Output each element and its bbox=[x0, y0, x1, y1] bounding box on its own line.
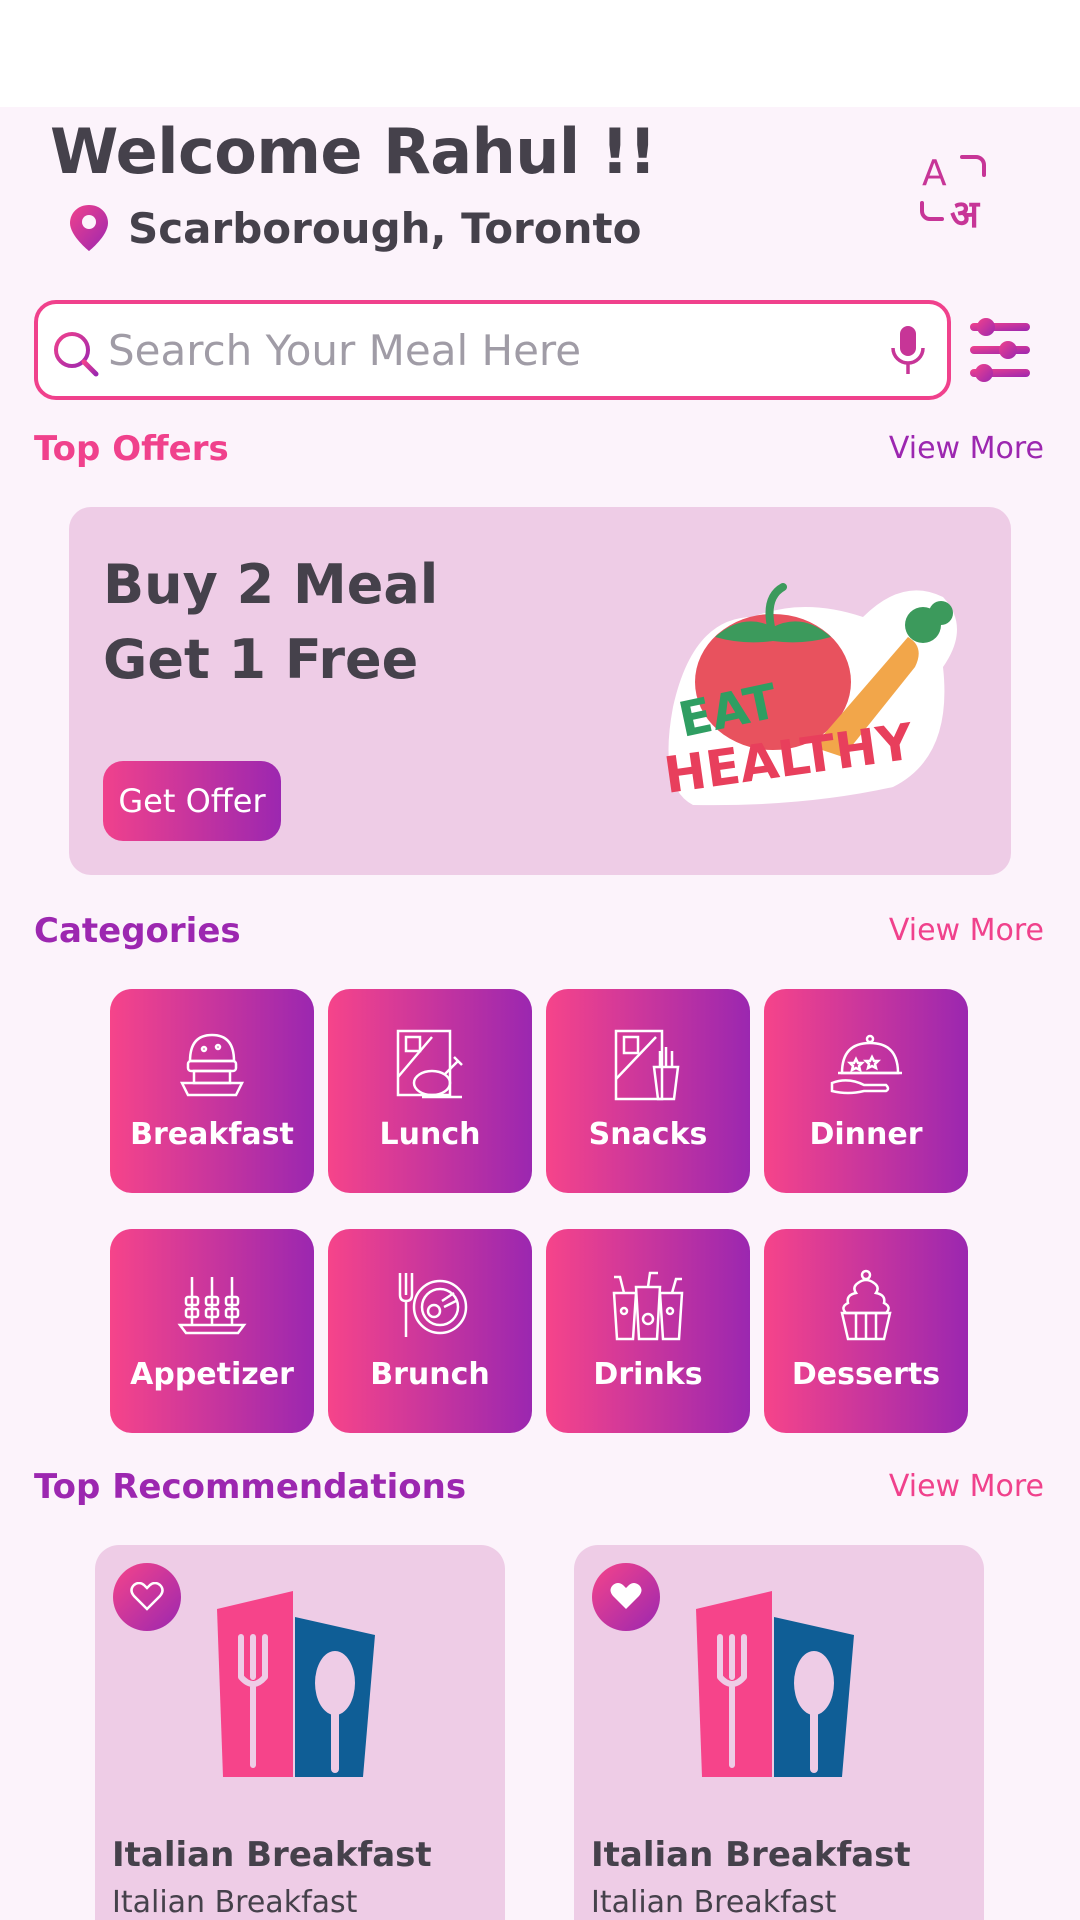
category-label: Drinks bbox=[593, 1357, 703, 1392]
category-label: Lunch bbox=[379, 1117, 481, 1152]
desserts-icon bbox=[840, 1269, 892, 1341]
svg-text:अ: अ bbox=[950, 192, 981, 231]
snacks-icon bbox=[614, 1029, 680, 1101]
location-pin-icon bbox=[70, 205, 108, 251]
category-tile-appetizer[interactable]: Appetizer bbox=[110, 1229, 314, 1433]
search-bar bbox=[34, 300, 951, 400]
category-label: Desserts bbox=[791, 1357, 941, 1392]
recommendation-name: Italian Breakfast bbox=[591, 1835, 911, 1875]
top-offers-view-more-link[interactable]: View More bbox=[889, 431, 1044, 466]
category-label: Appetizer bbox=[130, 1357, 294, 1392]
restaurant-logo-icon bbox=[217, 1591, 375, 1777]
favorite-button[interactable] bbox=[592, 1563, 660, 1631]
category-tile-lunch[interactable]: Lunch bbox=[328, 989, 532, 1193]
location-row[interactable]: Scarborough, Toronto bbox=[68, 203, 641, 253]
heart-filled-icon bbox=[610, 1583, 642, 1609]
svg-text:A: A bbox=[922, 153, 947, 194]
category-tile-brunch[interactable]: Brunch bbox=[328, 1229, 532, 1433]
categories-view-more-link[interactable]: View More bbox=[889, 913, 1044, 948]
category-label: Brunch bbox=[370, 1357, 490, 1392]
eat-healthy-sticker-icon: EAT HEALTHY bbox=[661, 583, 957, 806]
category-label: Dinner bbox=[809, 1117, 923, 1152]
offer-banner[interactable]: Buy 2 Meal Get 1 Free Get Offer EAT HEAL… bbox=[69, 507, 1011, 875]
offer-title-line2: Get 1 Free bbox=[103, 628, 419, 691]
brunch-icon bbox=[398, 1273, 468, 1337]
search-input[interactable] bbox=[108, 320, 868, 380]
drinks-icon bbox=[612, 1271, 684, 1341]
filter-icon[interactable] bbox=[968, 317, 1032, 383]
home-screen: Welcome Rahul !! Scarborough, Toronto A … bbox=[0, 107, 1080, 1920]
category-tile-desserts[interactable]: Desserts bbox=[764, 1229, 968, 1433]
recommendation-subtitle: Italian Breakfast bbox=[591, 1885, 837, 1920]
recommendations-title: Top Recommendations bbox=[34, 1467, 467, 1507]
recommendation-card[interactable]: Italian Breakfast Italian Breakfast bbox=[95, 1545, 505, 1920]
favorite-button[interactable] bbox=[113, 1563, 181, 1631]
category-tile-breakfast[interactable]: Breakfast bbox=[110, 989, 314, 1193]
recommendation-card[interactable]: Italian Breakfast Italian Breakfast bbox=[574, 1545, 984, 1920]
dinner-icon bbox=[830, 1034, 902, 1095]
category-tile-drinks[interactable]: Drinks bbox=[546, 1229, 750, 1433]
category-tile-dinner[interactable]: Dinner bbox=[764, 989, 968, 1193]
recommendations-view-more-link[interactable]: View More bbox=[889, 1469, 1044, 1504]
recommendation-subtitle: Italian Breakfast bbox=[112, 1885, 358, 1920]
lunch-icon bbox=[396, 1029, 463, 1099]
top-offers-title: Top Offers bbox=[34, 429, 229, 469]
get-offer-button[interactable]: Get Offer bbox=[103, 761, 281, 841]
heart-outline-icon bbox=[130, 1582, 164, 1611]
search-icon bbox=[54, 332, 99, 377]
category-tile-snacks[interactable]: Snacks bbox=[546, 989, 750, 1193]
restaurant-logo-icon bbox=[696, 1591, 854, 1777]
categories-title: Categories bbox=[34, 911, 241, 951]
recommendation-name: Italian Breakfast bbox=[112, 1835, 432, 1875]
category-label: Breakfast bbox=[130, 1117, 294, 1152]
breakfast-icon bbox=[179, 1033, 245, 1097]
status-bar bbox=[0, 0, 1080, 107]
language-translate-icon[interactable]: A अ bbox=[916, 147, 996, 231]
appetizer-icon bbox=[177, 1277, 247, 1335]
welcome-title: Welcome Rahul !! bbox=[50, 115, 657, 188]
offer-title-line1: Buy 2 Meal bbox=[103, 553, 439, 616]
offer-title: Buy 2 Meal Get 1 Free bbox=[103, 547, 438, 697]
category-label: Snacks bbox=[588, 1117, 708, 1152]
microphone-icon[interactable] bbox=[888, 324, 928, 378]
location-text: Scarborough, Toronto bbox=[128, 203, 642, 253]
